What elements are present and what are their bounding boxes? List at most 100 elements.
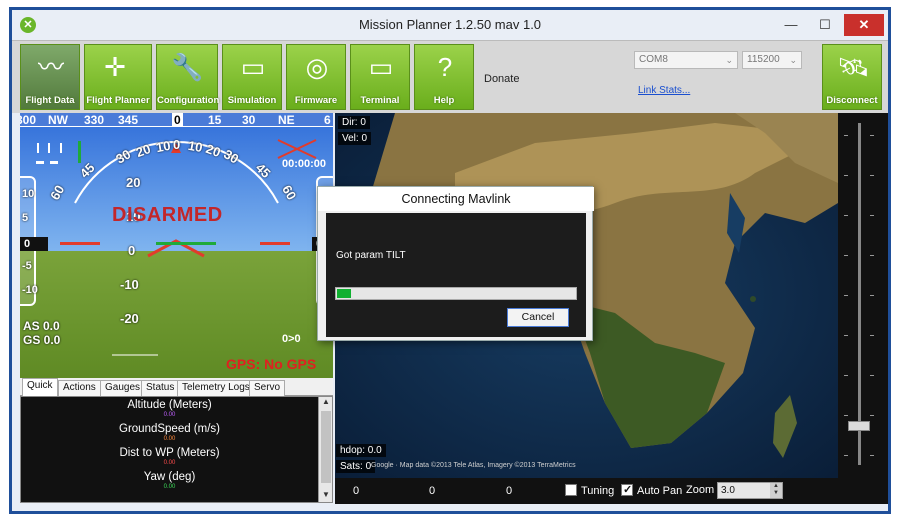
title-bar: Mission Planner 1.2.50 mav 1.0 ✕ — ☐ ✕: [12, 10, 888, 40]
tab-telemetry-logs[interactable]: Telemetry Logs: [177, 380, 255, 396]
com-port-value: COM8: [639, 54, 668, 65]
tuning-label: Tuning: [581, 485, 615, 497]
quick-item-label: Yaw (deg): [143, 471, 196, 483]
disconnect-button[interactable]: 🛰 Disconnect: [822, 44, 882, 110]
auto-pan-label: Auto Pan: [637, 485, 683, 497]
tab-gauges[interactable]: Gauges: [100, 380, 146, 396]
quick-item[interactable]: GroundSpeed (m/s) 0.00: [21, 423, 318, 442]
help-label: Help: [433, 95, 455, 106]
status-value: 0: [353, 485, 360, 497]
slider-tick: [844, 455, 848, 456]
firmware-label: Firmware: [294, 95, 338, 106]
window-title: Mission Planner 1.2.50 mav 1.0: [358, 17, 542, 32]
zoom-slider-thumb[interactable]: [848, 421, 870, 431]
quick-item-label: Dist to WP (Meters): [119, 447, 220, 459]
quick-item[interactable]: Yaw (deg) 0.00: [21, 471, 318, 490]
slider-tick: [870, 415, 874, 416]
status-value: 0: [506, 485, 513, 497]
slider-tick: [844, 295, 848, 296]
flight-planner-button[interactable]: ✛ Flight Planner: [84, 44, 152, 110]
zoom-slider-rail: [858, 123, 861, 465]
quick-item[interactable]: Altitude (Meters) 0.00: [21, 399, 318, 418]
quick-item-label: GroundSpeed (m/s): [119, 423, 220, 435]
slider-tick: [870, 455, 874, 456]
waveform-icon: 〰: [37, 52, 64, 82]
slider-tick: [844, 335, 848, 336]
compass-icon: ✛: [104, 52, 126, 82]
simulation-label: Simulation: [227, 95, 277, 106]
com-port-select[interactable]: COM8 ⌄: [634, 51, 738, 69]
slider-tick: [844, 135, 848, 136]
tab-status[interactable]: Status: [141, 380, 180, 396]
cancel-button[interactable]: Cancel: [507, 308, 569, 327]
quick-item[interactable]: Dist to WP (Meters) 0.00: [21, 447, 318, 466]
speed-tape-label: -5: [22, 260, 32, 272]
quick-item-value: 0.00: [163, 484, 176, 490]
info-tabs: Quick Actions Gauges Status Telemetry Lo…: [20, 378, 333, 396]
pitch-label: 0: [128, 243, 136, 258]
arm-status: DISARMED: [112, 204, 223, 226]
close-button[interactable]: ✕: [844, 14, 884, 36]
slider-tick: [844, 175, 848, 176]
monitor-plane-icon: ▭: [240, 52, 266, 82]
roll-scale-label: 10: [154, 137, 172, 156]
status-value: 0: [429, 485, 436, 497]
slider-tick: [870, 135, 874, 136]
zoom-value: 3.0: [721, 485, 735, 496]
terminal-label: Terminal: [360, 95, 400, 106]
link-stats-link[interactable]: Link Stats...: [638, 85, 690, 96]
slider-tick: [870, 175, 874, 176]
terminal-button[interactable]: ▭ Terminal: [350, 44, 410, 110]
scroll-down-icon[interactable]: ▼: [319, 490, 332, 502]
horizon-line: [60, 242, 290, 245]
quick-scrollbar[interactable]: ▲ ▼: [318, 397, 332, 502]
quick-item-value: 0.00: [163, 412, 176, 418]
firmware-button[interactable]: ◎ Firmware: [286, 44, 346, 110]
help-button[interactable]: ? Help: [414, 44, 474, 110]
spinner-icon[interactable]: ▲ ▼: [770, 483, 782, 498]
slider-tick: [870, 295, 874, 296]
donate-link[interactable]: Donate: [484, 73, 519, 85]
slider-tick: [870, 335, 874, 336]
dialog-body: Got param TILT Cancel: [326, 213, 586, 337]
quick-panel: Altitude (Meters) 0.00 GroundSpeed (m/s)…: [20, 396, 333, 503]
horizon-marker: [260, 242, 290, 245]
slider-tick: [844, 375, 848, 376]
dialog-title: Connecting Mavlink: [318, 187, 594, 211]
map-attribution: Google · Map data ©2013 Tele Atlas, Imag…: [371, 462, 576, 469]
baud-rate-select[interactable]: 115200 ⌄: [742, 51, 802, 69]
pitch-label: -20: [120, 311, 139, 326]
pitch-label: 20: [126, 175, 141, 190]
roll-scale-label: 10: [186, 137, 204, 156]
slider-tick: [844, 255, 848, 256]
main-toolbar: 〰 Flight Data ✛ Flight Planner 🔧 Configu…: [12, 40, 888, 113]
chevron-down-icon: ⌄: [789, 55, 797, 65]
tab-servo[interactable]: Servo: [249, 380, 286, 396]
speed-readout: 0: [20, 237, 48, 251]
minimize-button[interactable]: —: [778, 14, 804, 36]
slider-tick: [870, 375, 874, 376]
app-logo-icon: ✕: [20, 17, 36, 33]
slider-tick: [870, 255, 874, 256]
zoom-stepper[interactable]: 3.0 ▲ ▼: [717, 482, 783, 499]
map-status-bar: 0 0 0 Tuning Auto Pan Zoom 3.0 ▲▼: [335, 478, 888, 504]
hud-display: 300 NW 330 345 0 15 30 NE 6 60 45 30: [20, 113, 333, 378]
velocity-readout: Vel: 0: [338, 132, 372, 145]
satellite-icon: 🛰: [837, 52, 871, 82]
scroll-thumb[interactable]: [321, 411, 331, 483]
flight-data-label: Flight Data: [25, 95, 75, 106]
maximize-button[interactable]: ☐: [812, 14, 838, 36]
baud-rate-value: 115200: [747, 54, 780, 65]
map-zoom-slider[interactable]: [838, 113, 888, 478]
tuning-checkbox[interactable]: [565, 484, 577, 496]
app-window: Mission Planner 1.2.50 mav 1.0 ✕ — ☐ ✕ 〰…: [9, 7, 891, 514]
simulation-button[interactable]: ▭ Simulation: [222, 44, 282, 110]
tab-actions[interactable]: Actions: [58, 380, 101, 396]
speed-tape-label: -10: [22, 284, 38, 296]
quick-item-value: 0.00: [163, 460, 176, 466]
configuration-button[interactable]: 🔧 Configuration: [156, 44, 219, 110]
tab-quick[interactable]: Quick: [22, 378, 58, 396]
scroll-up-icon[interactable]: ▲: [319, 397, 332, 409]
flight-data-button[interactable]: 〰 Flight Data: [20, 44, 80, 110]
auto-pan-checkbox[interactable]: [621, 483, 633, 496]
